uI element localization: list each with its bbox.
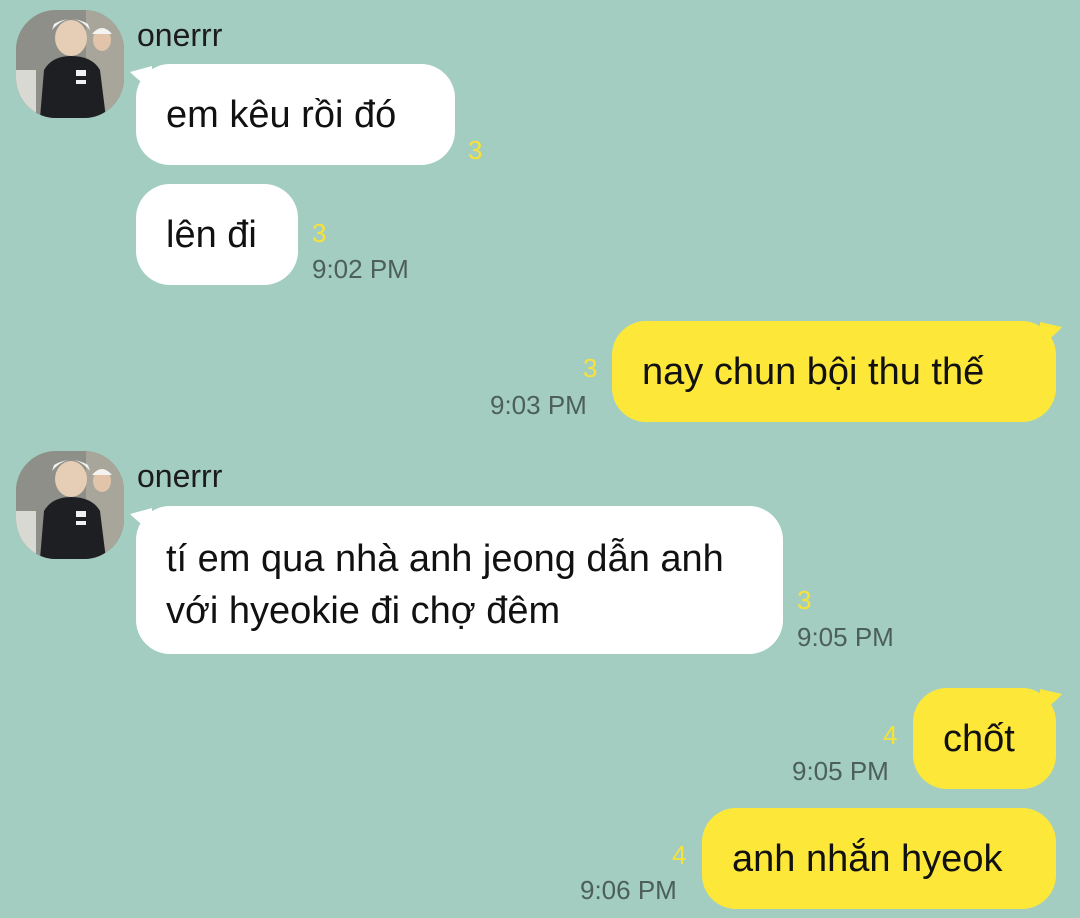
message-text: lên đi [166,213,257,256]
message-text: tí em qua nhà anh jeong dẫn anh với hyeo… [166,538,724,632]
message-text: chốt [943,717,1015,760]
unread-count: 3 [312,218,327,248]
profile-photo-icon [16,10,124,118]
message-timestamp: 9:02 PM [312,254,409,284]
message-bubble-outgoing[interactable]: chốt [913,688,1056,789]
sender-name: onerrr [137,458,223,494]
unread-count: 3 [468,135,483,165]
profile-photo-icon [16,451,124,559]
message-timestamp: 9:05 PM [792,756,889,786]
message-text: anh nhắn hyeok [732,837,1003,880]
message-text: nay chun bội thu thế [642,350,985,393]
unread-count: 4 [883,720,898,750]
unread-count: 3 [583,353,598,383]
message-bubble-outgoing[interactable]: anh nhắn hyeok [702,808,1056,909]
avatar[interactable] [16,451,124,559]
message-timestamp: 9:05 PM [797,622,894,652]
bubble-tail [1040,689,1062,707]
bubble-tail [1040,322,1062,340]
avatar[interactable] [16,10,124,118]
message-text: em kêu rồi đó [166,93,397,136]
unread-count: 3 [797,585,812,615]
unread-count: 4 [672,840,687,870]
message-bubble-incoming[interactable]: lên đi [136,184,298,285]
message-timestamp: 9:03 PM [490,390,587,420]
sender-name: onerrr [137,17,223,53]
message-timestamp: 9:06 PM [580,875,677,905]
message-bubble-incoming[interactable]: tí em qua nhà anh jeong dẫn anh với hyeo… [136,506,783,654]
message-bubble-outgoing[interactable]: nay chun bội thu thế [612,321,1056,422]
message-bubble-incoming[interactable]: em kêu rồi đó [136,64,455,165]
